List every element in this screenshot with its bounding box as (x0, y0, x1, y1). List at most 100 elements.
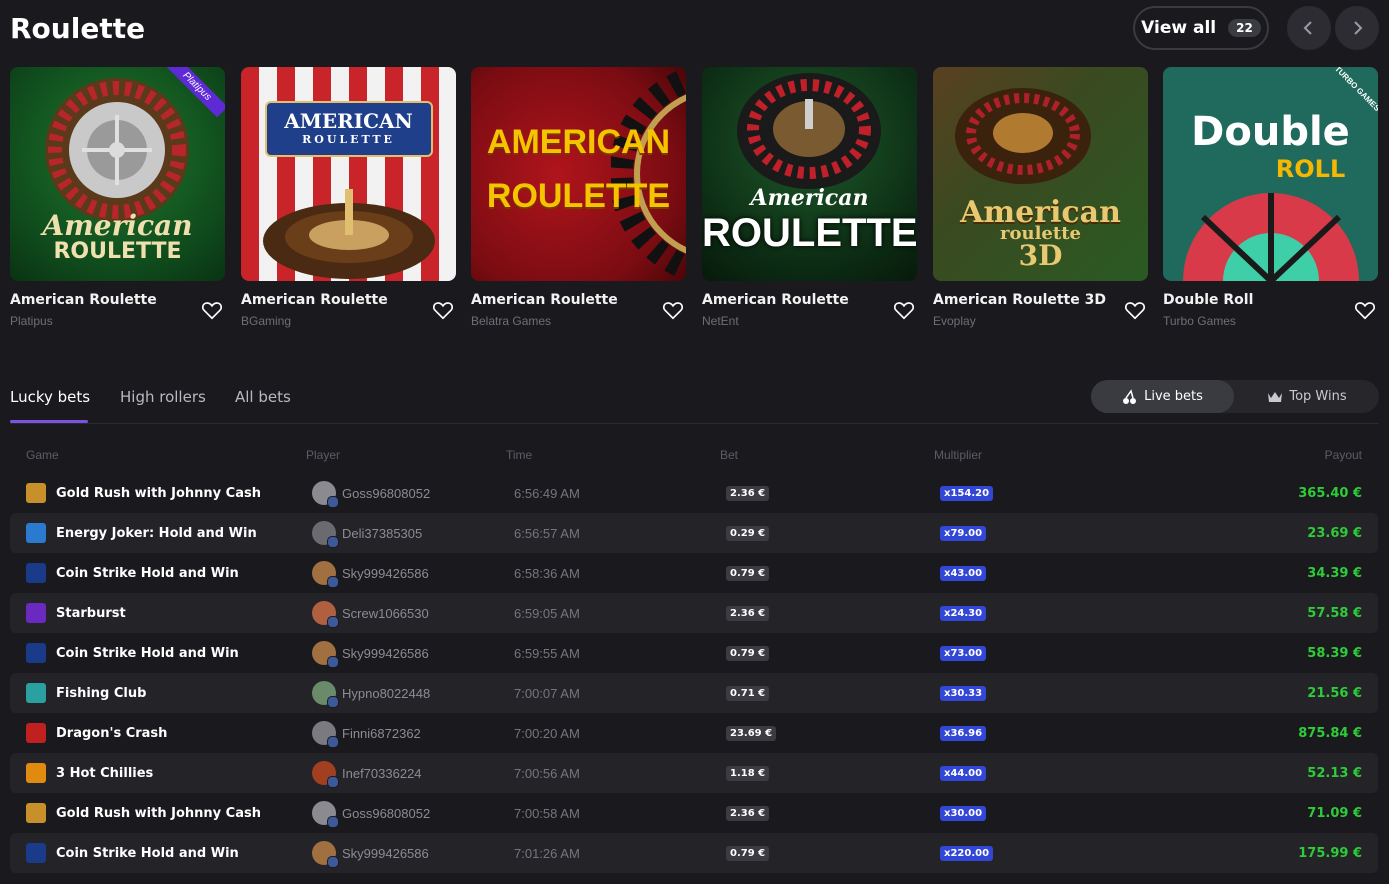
table-row[interactable]: Coin Strike Hold and Win Sky999426586 6:59… (10, 633, 1378, 673)
row-multiplier-badge: x36.96 (940, 725, 987, 741)
game-provider: NetEnt (702, 314, 739, 328)
row-player: Goss96808052 (342, 485, 431, 501)
roulette-wheel-icon (45, 78, 189, 222)
game-name: Double Roll (1163, 292, 1254, 308)
game-thumbnail[interactable]: AMERICAN ROULETTE (471, 67, 686, 281)
row-bet-badge: 0.71 € (726, 685, 770, 701)
favorite-heart-icon[interactable] (201, 299, 223, 321)
game-card[interactable]: AMERICAN ROULETTE American Roulette BGam… (241, 67, 456, 337)
favorite-heart-icon[interactable] (893, 299, 915, 321)
row-game-name: Gold Rush with Johnny Cash (56, 805, 261, 821)
game-card[interactable]: American ROULETTE American Roulette NetE… (702, 67, 917, 337)
row-player: Deli37385305 (342, 525, 423, 541)
payout-cell: 21.56 € (1307, 673, 1362, 713)
game-provider: BGaming (241, 314, 292, 328)
row-multiplier-badge: x24.30 (940, 605, 987, 621)
chevron-left-icon (1303, 21, 1312, 35)
favorite-heart-icon[interactable] (1124, 299, 1146, 321)
avatar (312, 561, 339, 588)
game-cell[interactable]: Dragon's Crash (26, 713, 167, 753)
row-game-name: Fishing Club (56, 685, 147, 701)
row-payout: 57.58 € (1307, 605, 1362, 621)
row-game-name: Energy Joker: Hold and Win (56, 525, 257, 541)
bets-table-body: Gold Rush with Johnny Cash Goss96808052 6:… (10, 473, 1378, 873)
game-icon (26, 843, 46, 863)
game-icon (26, 763, 46, 783)
table-row[interactable]: Gold Rush with Johnny Cash Goss96808052 7:… (10, 793, 1378, 833)
thumb-title-line2: ROULETTE (302, 133, 395, 146)
row-multiplier-badge: x154.20 (940, 485, 994, 501)
game-card[interactable]: American roulette 3D American Roulette 3… (933, 67, 1148, 337)
favorite-heart-icon[interactable] (662, 299, 684, 321)
game-icon (26, 803, 46, 823)
payout-cell: 365.40 € (1298, 473, 1362, 513)
multiplier-cell: x30.00 (940, 793, 987, 833)
game-icon (26, 483, 46, 503)
table-row[interactable]: Energy Joker: Hold and Win Deli37385305 6:… (10, 513, 1378, 553)
game-cell[interactable]: Starburst (26, 593, 126, 633)
game-thumbnail[interactable]: Platipus American ROULETTE (10, 67, 225, 281)
table-row[interactable]: Starburst Screw1066530 6:59:05 AM 2.36 € x24… (10, 593, 1378, 633)
tab-high-rollers[interactable]: High rollers (120, 388, 206, 406)
tab-lucky-bets[interactable]: Lucky bets (10, 388, 90, 406)
row-multiplier-badge: x30.33 (940, 685, 987, 701)
table-row[interactable]: 3 Hot Chillies Inef70336224 7:00:56 AM 1.18… (10, 753, 1378, 793)
tab-all-bets[interactable]: All bets (235, 388, 291, 406)
game-cell[interactable]: Fishing Club (26, 673, 146, 713)
avatar (312, 481, 339, 508)
game-cell[interactable]: Gold Rush with Johnny Cash (26, 793, 261, 833)
game-card[interactable]: Double ROLL TURBO GAMES Double Roll Turb… (1163, 67, 1378, 337)
game-thumbnail[interactable]: Double ROLL TURBO GAMES (1163, 67, 1378, 281)
avatar (312, 761, 339, 788)
thumb-title-line1: AMERICAN (486, 123, 671, 161)
row-multiplier-badge: x79.00 (940, 525, 987, 541)
game-cell[interactable]: Energy Joker: Hold and Win (26, 513, 257, 553)
view-all-button[interactable]: View all 22 (1133, 6, 1269, 50)
row-player: Screw1066530 (342, 605, 429, 621)
roulette-wheel-icon (955, 88, 1091, 184)
game-thumbnail[interactable]: AMERICAN ROULETTE (241, 67, 456, 281)
row-time: 6:59:05 AM (514, 605, 580, 621)
game-cell[interactable]: Gold Rush with Johnny Cash (26, 473, 261, 513)
game-card[interactable]: Platipus American ROULETTE American Roul… (10, 67, 225, 337)
game-cell[interactable]: Coin Strike Hold and Win (26, 553, 239, 593)
top-wins-button[interactable]: Top Wins (1235, 380, 1379, 413)
row-multiplier-badge: x44.00 (940, 765, 987, 781)
table-row[interactable]: Fishing Club Hypno8022448 7:00:07 AM 0.71 €… (10, 673, 1378, 713)
game-provider: Platipus (10, 314, 53, 328)
game-cell[interactable]: Coin Strike Hold and Win (26, 833, 239, 873)
time-cell: 6:59:05 AM (514, 593, 580, 633)
game-provider: Evoplay (933, 314, 976, 328)
favorite-heart-icon[interactable] (1354, 299, 1376, 321)
game-thumbnail[interactable]: American roulette 3D (933, 67, 1148, 281)
multiplier-cell: x44.00 (940, 753, 987, 793)
payout-cell: 58.39 € (1307, 633, 1362, 673)
bet-cell: 0.79 € (726, 633, 770, 673)
avatar (312, 681, 339, 708)
live-bets-label: Live bets (1144, 389, 1203, 404)
time-cell: 7:01:26 AM (514, 833, 580, 873)
row-payout: 23.69 € (1307, 525, 1362, 541)
bets-tabs: Lucky bets High rollers All bets Live be… (10, 380, 1379, 424)
game-name: American Roulette (241, 292, 388, 308)
bet-cell: 0.79 € (726, 833, 770, 873)
row-multiplier-badge: x220.00 (940, 845, 994, 861)
game-icon (26, 643, 46, 663)
row-time: 6:58:36 AM (514, 565, 580, 581)
game-cell[interactable]: 3 Hot Chillies (26, 753, 153, 793)
table-row[interactable]: Coin Strike Hold and Win Sky999426586 7:01… (10, 833, 1378, 873)
game-cell[interactable]: Coin Strike Hold and Win (26, 633, 239, 673)
payout-cell: 175.99 € (1298, 833, 1362, 873)
time-cell: 7:00:58 AM (514, 793, 580, 833)
game-card[interactable]: AMERICAN ROULETTE American Roulette Bela… (471, 67, 686, 337)
table-row[interactable]: Coin Strike Hold and Win Sky999426586 6:58… (10, 553, 1378, 593)
carousel-prev-button[interactable] (1287, 6, 1331, 50)
table-row[interactable]: Gold Rush with Johnny Cash Goss96808052 6:… (10, 473, 1378, 513)
favorite-heart-icon[interactable] (432, 299, 454, 321)
row-game-name: Coin Strike Hold and Win (56, 845, 239, 861)
carousel-next-button[interactable] (1335, 6, 1379, 50)
game-thumbnail[interactable]: American ROULETTE (702, 67, 917, 281)
table-row[interactable]: Dragon's Crash Finni6872362 7:00:20 AM 23.6… (10, 713, 1378, 753)
row-bet-badge: 0.79 € (726, 645, 770, 661)
live-bets-button[interactable]: Live bets (1091, 380, 1234, 413)
